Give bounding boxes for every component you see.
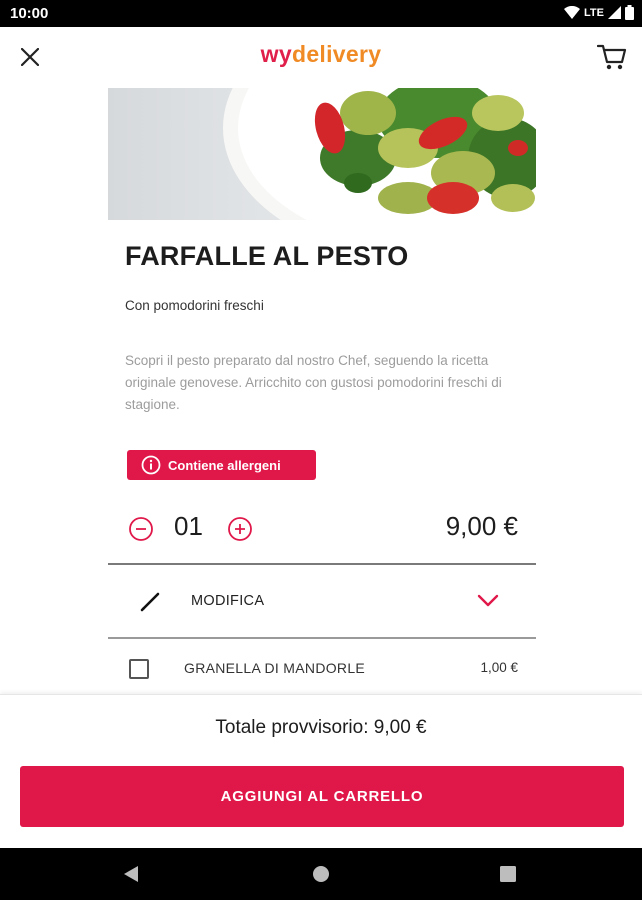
- quantity-stepper: 01 9,00 €: [108, 505, 536, 563]
- quantity-value: 01: [174, 511, 203, 541]
- pencil-icon: [140, 592, 160, 612]
- divider: [108, 637, 536, 639]
- add-to-cart-button[interactable]: AGGIUNGI AL CARRELLO: [20, 766, 624, 827]
- product-image: [108, 88, 536, 220]
- status-bar: 10:00 LTE: [0, 0, 642, 27]
- minus-circle-icon: [129, 517, 153, 541]
- decrease-quantity-button[interactable]: [128, 516, 154, 542]
- network-label: LTE: [584, 6, 604, 19]
- wifi-icon: [564, 6, 581, 19]
- option-price: 1,00 €: [480, 660, 518, 675]
- recent-apps-icon[interactable]: [500, 866, 516, 882]
- total-label: Totale provvisorio: 9,00 €: [215, 717, 427, 738]
- system-nav-bar: [0, 848, 642, 900]
- footer: Totale provvisorio: 9,00 € AGGIUNGI AL C…: [0, 694, 642, 848]
- product-title: FARFALLE AL PESTO: [125, 241, 409, 271]
- product-description: Scopri il pesto preparato dal nostro Che…: [125, 353, 502, 412]
- logo-part-wy: wy: [260, 41, 292, 67]
- option-label: GRANELLA DI MANDORLE: [184, 660, 366, 676]
- option-row: GRANELLA DI MANDORLE 1,00 €: [108, 640, 536, 695]
- app-logo: wydelivery: [0, 41, 642, 68]
- logo-part-delivery: delivery: [291, 41, 382, 67]
- app-bar: wydelivery: [0, 27, 642, 87]
- product-price: 9,00 €: [445, 511, 518, 541]
- allergen-button[interactable]: Contiene allergeni: [127, 450, 316, 480]
- plus-circle-icon: [228, 517, 252, 541]
- info-icon: [141, 455, 161, 475]
- option-checkbox[interactable]: [129, 659, 149, 679]
- back-icon[interactable]: [122, 864, 140, 884]
- increase-quantity-button[interactable]: [227, 516, 253, 542]
- cart-icon: [597, 44, 627, 70]
- cart-button[interactable]: [594, 39, 630, 75]
- product-subtitle: Con pomodorini freschi: [125, 298, 264, 313]
- signal-icon: [608, 6, 621, 19]
- modifica-label: MODIFICA: [191, 593, 265, 609]
- allergen-label: Contiene allergeni: [168, 457, 281, 473]
- pasta-plate-illustration: [223, 88, 536, 220]
- modifica-toggle[interactable]: MODIFICA: [108, 565, 536, 637]
- battery-icon: [625, 5, 634, 20]
- status-icons: LTE: [564, 5, 634, 20]
- status-time: 10:00: [10, 5, 49, 22]
- chevron-down-icon: [477, 594, 499, 607]
- home-icon[interactable]: [312, 865, 330, 883]
